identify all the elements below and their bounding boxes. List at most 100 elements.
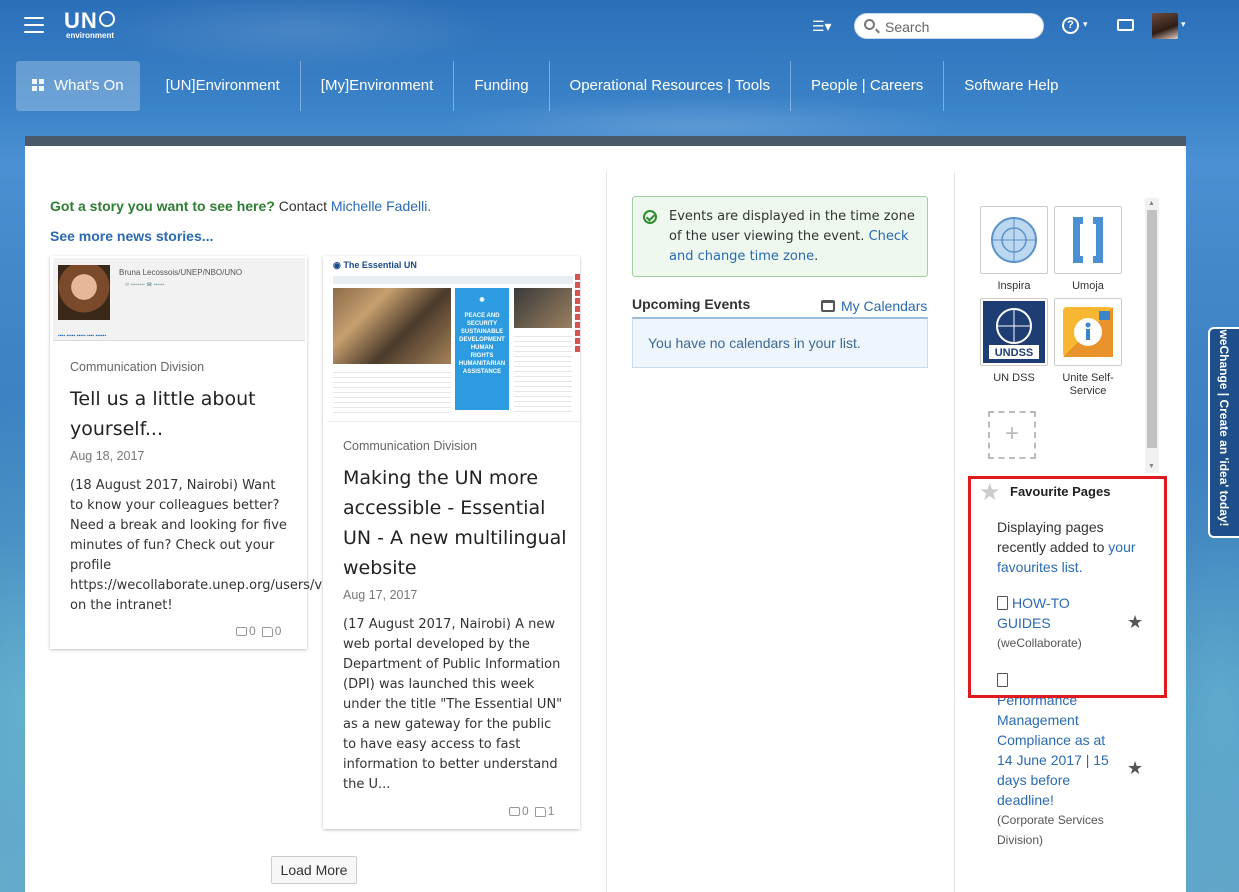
card-meta: 01 bbox=[509, 804, 554, 818]
add-app-icon[interactable]: + bbox=[988, 411, 1036, 459]
column-divider bbox=[954, 172, 955, 892]
un-environment-logo[interactable]: UN environment bbox=[64, 10, 115, 40]
card-meta: 00 bbox=[236, 624, 281, 638]
thumbnail-nav bbox=[333, 276, 573, 284]
nav-label: What's On bbox=[54, 77, 124, 94]
card-body: (17 August 2017, Nairobi) A new web port… bbox=[343, 617, 563, 792]
scroll-down-icon[interactable]: ▼ bbox=[1148, 463, 1155, 470]
app-name: Unite Self-Service bbox=[1062, 372, 1114, 397]
contact-link[interactable]: Michelle Fadelli. bbox=[331, 198, 431, 214]
card-division: Communication Division bbox=[70, 360, 205, 374]
help-caret-icon[interactable]: ▾ bbox=[1083, 19, 1088, 30]
thumbnail-title: ◉ The Essential UN bbox=[333, 260, 417, 270]
story-prompt-text: Got a story you want to see here? bbox=[50, 198, 275, 214]
like-count: 0 bbox=[274, 624, 282, 638]
help-icon[interactable]: ? bbox=[1062, 17, 1079, 34]
card-date: Aug 17, 2017 bbox=[343, 588, 418, 602]
story-prompt: Got a story you want to see here? Contac… bbox=[50, 198, 431, 214]
thumbnail-banner: ◉ PEACE AND SECURITY SUSTAINABLE DEVELOPMENT… bbox=[455, 288, 509, 410]
thumbnail-tabs: ▪▪▪▪ ▪▪▪▪▪ ▪▪▪▪▪ ▪▪▪▪ ▪▪▪▪▪▪ bbox=[58, 333, 107, 339]
thumbnail-text bbox=[514, 332, 572, 412]
nav-item-people-careers[interactable]: People | Careers bbox=[791, 61, 945, 111]
scrollbar-thumb[interactable] bbox=[1147, 210, 1157, 448]
undss-icon: UNDSS bbox=[980, 298, 1048, 366]
wechange-side-tab[interactable]: weChange | Create an 'idea' today! bbox=[1208, 327, 1239, 538]
nav-item-operational-resources[interactable]: Operational Resources | Tools bbox=[550, 61, 791, 111]
favourite-source: (Corporate Services Division) bbox=[997, 813, 1104, 847]
news-card[interactable]: ◉ The Essential UN ◉ PEACE AND SECURITY SUS… bbox=[323, 256, 580, 829]
avatar-caret-icon[interactable]: ▾ bbox=[1181, 19, 1186, 30]
svg-text:UNDSS: UNDSS bbox=[995, 347, 1034, 359]
news-card[interactable]: Bruna Lecossois/UNEP/NBO/UNO ✉ ▪▪▪▪▪▪▪▪ … bbox=[50, 256, 450, 649]
favourite-pages-highlight bbox=[968, 476, 1167, 698]
thumbnail-name: Bruna Lecossois/UNEP/NBO/UNO bbox=[119, 268, 243, 277]
profile-photo bbox=[58, 265, 110, 320]
card-title[interactable]: Tell us a little about yourself... bbox=[70, 384, 290, 444]
check-circle-icon bbox=[643, 210, 657, 224]
thumbnail-photo bbox=[333, 288, 451, 364]
grid-icon bbox=[32, 78, 44, 91]
info-icon bbox=[1054, 298, 1122, 366]
see-more-news-link[interactable]: See more news stories... bbox=[50, 228, 213, 244]
user-avatar[interactable] bbox=[1152, 13, 1178, 39]
app-name: UN DSS bbox=[993, 372, 1035, 384]
top-bar: UN environment ☰▾ ? ▾ ▾ bbox=[0, 0, 1239, 54]
my-calendars-link[interactable]: My Calendars bbox=[821, 298, 927, 314]
nav-item-un-environment[interactable]: [UN]Environment bbox=[146, 61, 301, 111]
thumbnail-details: ✉ ▪▪▪▪▪▪▪▪ ☎ ▪▪▪▪▪▪ bbox=[125, 282, 165, 288]
unfavourite-star-icon[interactable]: ★ bbox=[1127, 758, 1143, 779]
main-navigation: What's On [UN]Environment [My]Environmen… bbox=[16, 61, 1078, 111]
upcoming-events-heading: Upcoming Events bbox=[632, 296, 751, 312]
timezone-notice-text: Events are displayed in the time zone of… bbox=[669, 209, 915, 264]
favourite-link[interactable]: Performance Management Compliance as at … bbox=[997, 692, 1109, 808]
load-more-button[interactable]: Load More bbox=[271, 856, 357, 884]
search-box[interactable] bbox=[854, 13, 1044, 39]
my-calendars-label: My Calendars bbox=[841, 298, 928, 314]
apps-scrollbar[interactable]: ▲ ▼ bbox=[1145, 198, 1159, 473]
app-inspira[interactable]: Inspira bbox=[980, 206, 1048, 293]
app-umoja[interactable]: Umoja bbox=[1054, 206, 1122, 293]
timezone-notice: Events are displayed in the time zone of… bbox=[632, 196, 928, 277]
inbox-icon[interactable] bbox=[1117, 19, 1134, 31]
nav-item-software-help[interactable]: Software Help bbox=[944, 61, 1078, 111]
comment-icon[interactable] bbox=[509, 807, 520, 817]
comment-icon[interactable] bbox=[236, 627, 247, 637]
like-icon[interactable] bbox=[261, 626, 273, 637]
bracket-icon bbox=[1054, 206, 1122, 274]
search-input[interactable] bbox=[883, 17, 1037, 37]
comment-count: 0 bbox=[249, 624, 256, 638]
contact-text: Contact bbox=[278, 198, 327, 214]
nav-item-whats-on[interactable]: What's On bbox=[16, 61, 140, 111]
thumbnail-text bbox=[333, 368, 451, 413]
app-unite-self-service[interactable]: Unite Self-Service bbox=[1054, 298, 1122, 398]
nav-item-my-environment[interactable]: [My]Environment bbox=[301, 61, 455, 111]
app-name: Inspira bbox=[997, 280, 1031, 292]
logo-text: UN bbox=[64, 8, 98, 33]
card-thumbnail[interactable]: ◉ The Essential UN ◉ PEACE AND SECURITY SUS… bbox=[327, 256, 580, 422]
card-division: Communication Division bbox=[343, 439, 478, 453]
card-date: Aug 18, 2017 bbox=[70, 449, 145, 463]
side-tab-label: weChange | Create an 'idea' today! bbox=[1217, 329, 1231, 527]
hamburger-menu-icon[interactable] bbox=[24, 17, 44, 33]
app-un-dss[interactable]: UNDSS UN DSS bbox=[980, 298, 1048, 385]
like-icon[interactable] bbox=[534, 806, 546, 817]
column-divider bbox=[606, 172, 607, 892]
list-menu-icon[interactable]: ☰▾ bbox=[812, 18, 832, 35]
comment-count: 0 bbox=[522, 804, 529, 818]
un-emblem-icon bbox=[980, 206, 1048, 274]
card-title[interactable]: Making the UN more accessible - Essentia… bbox=[343, 463, 568, 583]
search-icon bbox=[864, 19, 875, 30]
events-empty-text: You have no calendars in your list. bbox=[648, 335, 861, 351]
calendar-icon bbox=[821, 299, 835, 312]
thumbnail-title-text: The Essential UN bbox=[343, 260, 417, 270]
thumbnail-social-bar bbox=[575, 274, 580, 354]
logo-subtitle: environment bbox=[66, 31, 115, 40]
card-thumbnail[interactable]: Bruna Lecossois/UNEP/NBO/UNO ✉ ▪▪▪▪▪▪▪▪ … bbox=[53, 258, 305, 341]
un-globe-icon bbox=[98, 11, 115, 27]
card-body: (18 August 2017, Nairobi) Want to know y… bbox=[70, 476, 450, 616]
like-count: 1 bbox=[547, 804, 555, 818]
thumbnail-feature bbox=[514, 288, 572, 328]
nav-item-funding[interactable]: Funding bbox=[454, 61, 550, 111]
events-empty-box: You have no calendars in your list. bbox=[632, 317, 928, 368]
scroll-up-icon[interactable]: ▲ bbox=[1148, 200, 1155, 207]
